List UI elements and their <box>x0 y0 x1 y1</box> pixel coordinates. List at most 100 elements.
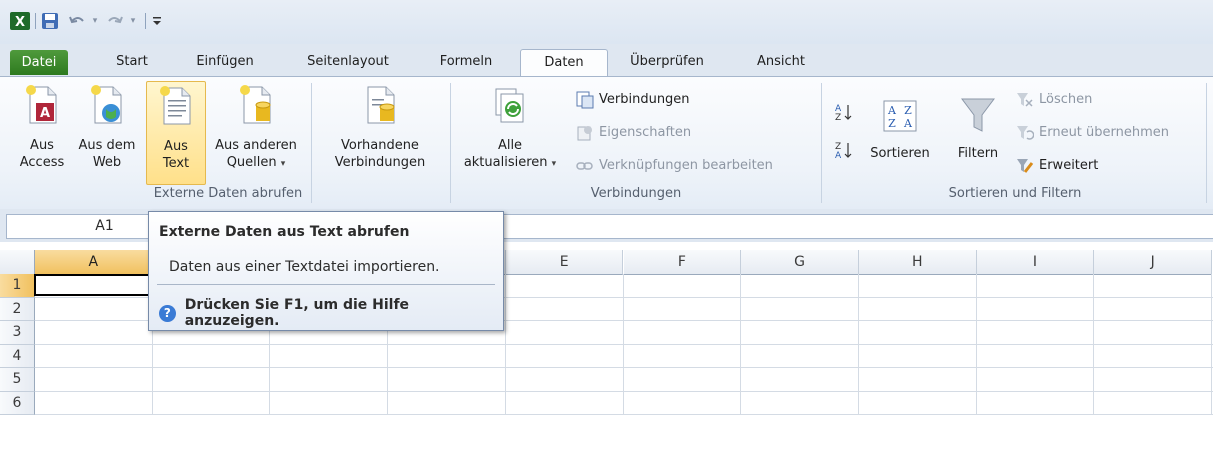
tooltip-divider <box>157 284 495 285</box>
row-header-2[interactable]: 2 <box>0 297 35 321</box>
sort-a-z-icon: A Z <box>835 104 852 122</box>
tab-start[interactable]: Start <box>108 49 156 75</box>
select-all-corner[interactable] <box>0 250 35 275</box>
svg-text:Z: Z <box>888 117 896 130</box>
from-web-button[interactable]: Aus dem Web <box>74 81 140 185</box>
connections-icon <box>576 91 594 109</box>
connections-button[interactable]: Verbindungen <box>576 89 690 111</box>
svg-text:Z: Z <box>904 104 912 117</box>
dropdown-arrow-icon: ▾ <box>280 159 286 169</box>
existing-connections-button[interactable]: Vorhandene Verbindungen <box>318 81 442 185</box>
undo-dropdown-icon[interactable]: ▾ <box>89 12 101 30</box>
ribbon-tab-bar: Datei Start Einfügen Seitenlayout Formel… <box>0 44 1213 77</box>
help-icon: ? <box>159 304 176 322</box>
tooltip-help-text: Drücken Sie F1, um die Hilfe anzuzeigen. <box>184 297 410 329</box>
tooltip-title: Externe Daten aus Text abrufen <box>159 224 410 240</box>
tab-insert[interactable]: Einfügen <box>184 49 266 75</box>
column-header-j[interactable]: J <box>1094 250 1212 275</box>
save-icon[interactable] <box>40 12 60 30</box>
edit-links-button[interactable]: Verknüpfungen bearbeiten <box>576 155 773 177</box>
reapply-filter-icon <box>1017 126 1034 140</box>
row-gridline <box>35 414 1213 415</box>
funnel-icon <box>961 98 995 132</box>
svg-text:A: A <box>835 151 842 160</box>
globe-document-icon <box>91 85 122 124</box>
tab-view[interactable]: Ansicht <box>745 49 817 75</box>
sort-dialog-icon: A Z Z A <box>883 100 917 132</box>
redo-dropdown-icon[interactable]: ▾ <box>127 12 139 30</box>
text-document-icon <box>160 86 191 125</box>
group-separator <box>1206 83 1207 203</box>
existing-connections-icon <box>367 86 395 124</box>
properties-icon <box>577 126 592 141</box>
separator <box>32 12 38 30</box>
properties-button[interactable]: Eigenschaften <box>576 122 691 144</box>
tab-file[interactable]: Datei <box>10 50 68 75</box>
filter-label: Filtern <box>957 146 999 161</box>
advanced-filter-icon <box>1017 159 1034 173</box>
refresh-all-label: Alle aktualisieren ▾ <box>463 138 557 170</box>
column-gridline <box>1211 274 1212 415</box>
active-cell-a1[interactable] <box>34 274 162 296</box>
column-header-a[interactable]: A <box>35 250 153 275</box>
clear-filter-icon <box>1017 93 1033 107</box>
from-access-label: Aus Access <box>19 138 65 170</box>
advanced-filter-button[interactable]: Erweitert <box>1016 155 1098 177</box>
clear-filter-button[interactable]: Löschen <box>1016 89 1092 111</box>
from-other-sources-button[interactable]: Aus anderen Quellen ▾ <box>208 81 304 185</box>
svg-text:A: A <box>887 104 897 117</box>
group-label-connections: Verbindungen <box>590 186 682 201</box>
column-gridline <box>504 274 506 415</box>
refresh-all-button[interactable]: Alle aktualisieren ▾ <box>454 81 566 185</box>
tab-page-layout[interactable]: Seitenlayout <box>294 49 402 75</box>
formula-input[interactable] <box>470 214 1213 239</box>
screentip-popup: Externe Daten aus Text abrufen Daten aus… <box>148 211 504 331</box>
tooltip-description: Daten aus einer Textdatei importieren. <box>169 259 440 275</box>
column-gridline <box>1093 274 1095 415</box>
sort-descending-button[interactable]: Z A <box>834 139 860 161</box>
existing-connections-label: Vorhandene Verbindungen <box>334 138 426 170</box>
group-label-external-data: Externe Daten abrufen <box>153 186 303 201</box>
tab-data[interactable]: Daten <box>520 49 608 77</box>
reapply-button[interactable]: Erneut übernehmen <box>1016 122 1169 144</box>
filter-button[interactable]: Filtern <box>944 81 1012 185</box>
excel-logo-icon[interactable]: X <box>10 12 30 30</box>
svg-text:A: A <box>903 117 913 130</box>
group-separator <box>450 83 451 203</box>
column-gridline <box>857 274 859 415</box>
refresh-icon <box>495 88 524 123</box>
customize-toolbar-icon[interactable] <box>150 12 164 30</box>
row-header-1[interactable]: 1 <box>0 274 35 298</box>
quick-access-toolbar: X ▾ ▾ <box>0 0 1213 44</box>
from-text-button[interactable]: Aus Text <box>146 81 206 185</box>
svg-text:Z: Z <box>835 113 841 122</box>
database-document-icon <box>240 85 271 124</box>
undo-icon[interactable] <box>66 12 88 30</box>
column-header-e[interactable]: E <box>505 250 624 275</box>
row-header-4[interactable]: 4 <box>0 344 35 368</box>
column-header-g[interactable]: G <box>741 250 859 275</box>
tab-formulas[interactable]: Formeln <box>428 49 504 75</box>
group-label-sort-filter: Sortieren und Filtern <box>948 186 1082 201</box>
from-access-button[interactable]: A Aus Access <box>12 81 72 185</box>
row-header-5[interactable]: 5 <box>0 368 35 392</box>
from-web-label: Aus dem Web <box>78 138 136 170</box>
row-header-6[interactable]: 6 <box>0 391 35 415</box>
chain-link-icon <box>576 162 593 170</box>
svg-text:A: A <box>40 106 50 121</box>
sort-ascending-button[interactable]: A Z <box>834 101 860 123</box>
column-gridline <box>622 274 624 415</box>
sort-button[interactable]: A Z Z A Sortieren <box>862 81 938 185</box>
svg-text:X: X <box>15 15 25 30</box>
column-header-h[interactable]: H <box>858 250 977 275</box>
sort-label: Sortieren <box>870 146 930 161</box>
column-header-f[interactable]: F <box>623 250 742 275</box>
tooltip-help-hint: ? Drücken Sie F1, um die Hilfe anzuzeige… <box>159 297 503 329</box>
tab-review[interactable]: Überprüfen <box>617 49 717 75</box>
sort-z-a-icon: Z A <box>835 142 852 160</box>
row-header-3[interactable]: 3 <box>0 321 35 345</box>
redo-icon[interactable] <box>104 12 126 30</box>
column-header-i[interactable]: I <box>976 250 1095 275</box>
column-gridline <box>740 274 742 415</box>
row-gridline <box>35 367 1213 368</box>
